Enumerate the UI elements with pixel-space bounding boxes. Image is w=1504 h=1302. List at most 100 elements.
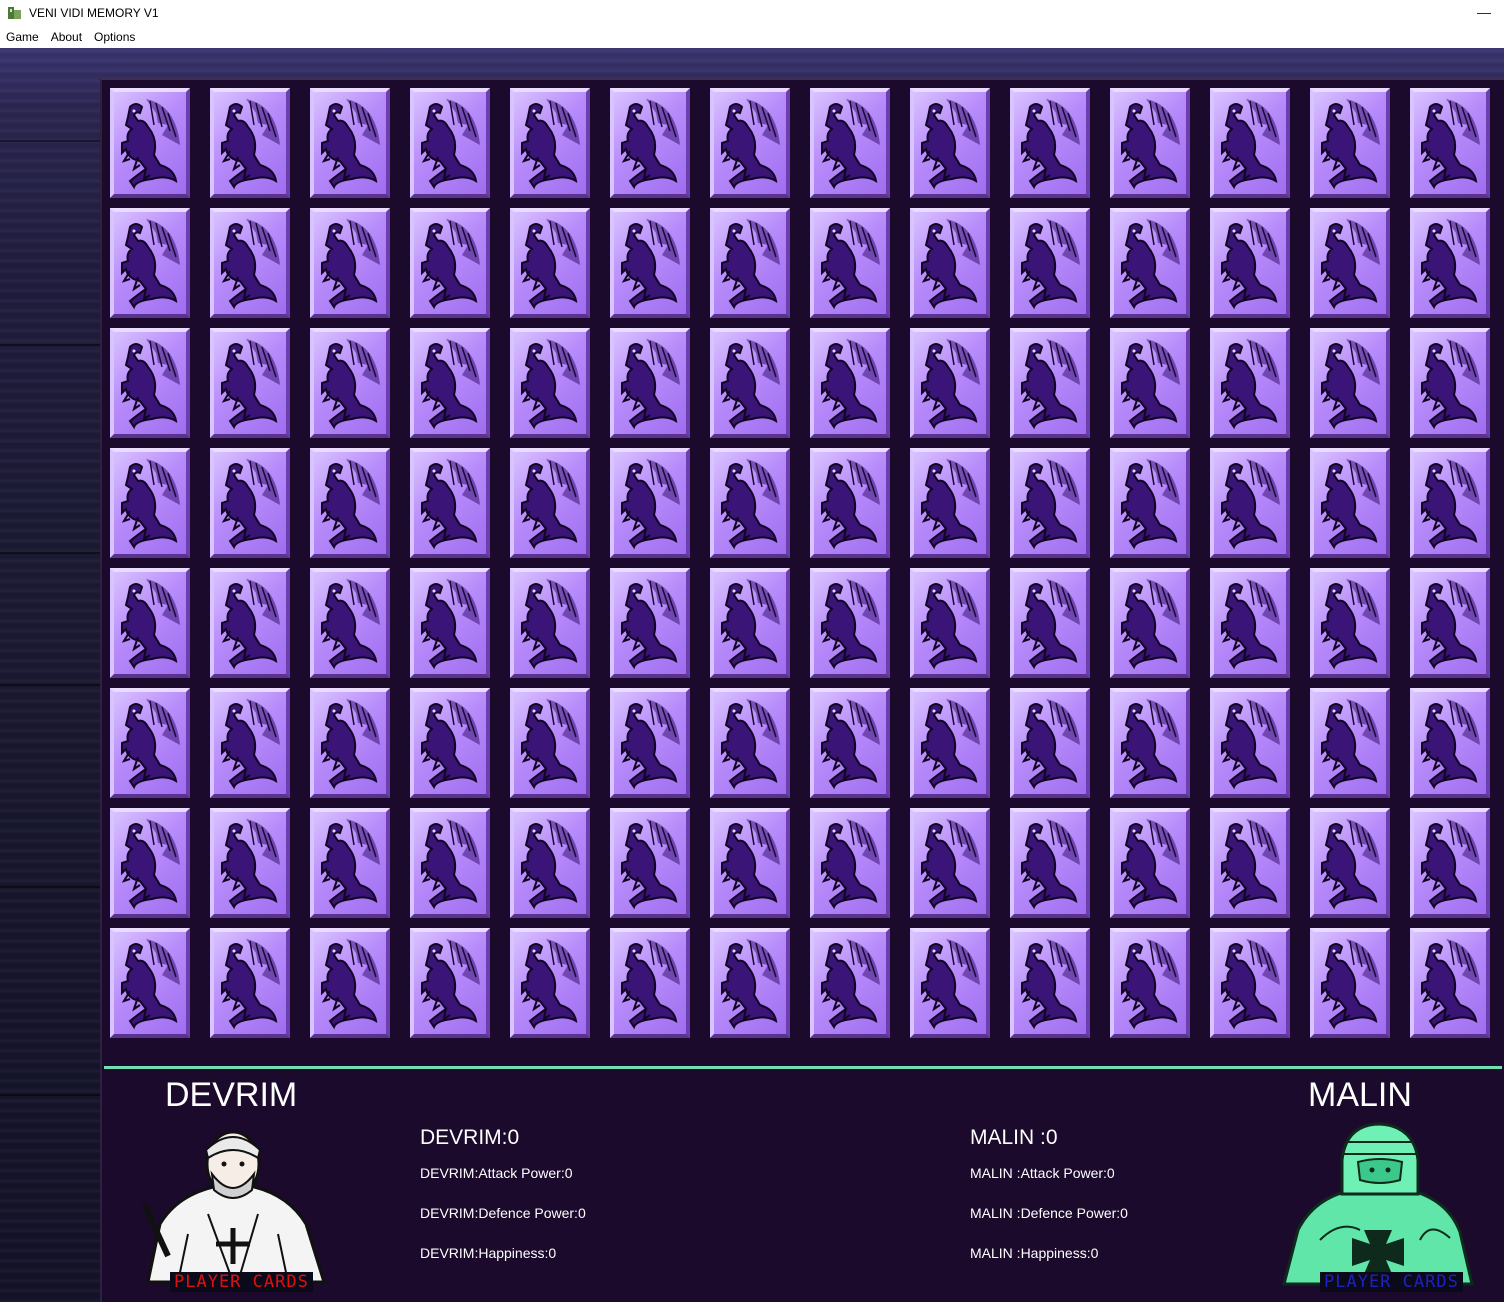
memory-card[interactable] [1110,88,1190,198]
memory-card[interactable] [910,328,990,438]
memory-card[interactable] [1310,328,1390,438]
memory-card[interactable] [210,568,290,678]
memory-card[interactable] [1410,808,1490,918]
memory-card[interactable] [610,208,690,318]
memory-card[interactable] [610,88,690,198]
memory-card[interactable] [610,808,690,918]
memory-card[interactable] [510,928,590,1038]
memory-card[interactable] [1310,688,1390,798]
memory-card[interactable] [810,328,890,438]
memory-card[interactable] [1010,448,1090,558]
memory-card[interactable] [110,328,190,438]
memory-card[interactable] [410,928,490,1038]
memory-card[interactable] [410,808,490,918]
memory-card[interactable] [1010,808,1090,918]
memory-card[interactable] [910,928,990,1038]
memory-card[interactable] [810,928,890,1038]
memory-card[interactable] [1310,568,1390,678]
memory-card[interactable] [1410,568,1490,678]
memory-card[interactable] [210,688,290,798]
memory-card[interactable] [1210,568,1290,678]
memory-card[interactable] [1310,808,1390,918]
memory-card[interactable] [310,208,390,318]
memory-card[interactable] [310,688,390,798]
memory-card[interactable] [510,208,590,318]
memory-card[interactable] [410,688,490,798]
memory-card[interactable] [410,208,490,318]
memory-card[interactable] [1410,88,1490,198]
memory-card[interactable] [1010,688,1090,798]
memory-card[interactable] [210,808,290,918]
menu-game[interactable]: Game [0,26,45,48]
memory-card[interactable] [710,808,790,918]
memory-card[interactable] [1010,208,1090,318]
player-cards-devrim[interactable]: PLAYER CARDS [170,1272,313,1292]
memory-card[interactable] [310,448,390,558]
memory-card[interactable] [1410,688,1490,798]
memory-card[interactable] [110,208,190,318]
memory-card[interactable] [1110,808,1190,918]
memory-card[interactable] [610,328,690,438]
memory-card[interactable] [1410,928,1490,1038]
memory-card[interactable] [1110,208,1190,318]
memory-card[interactable] [1210,688,1290,798]
memory-card[interactable] [1310,208,1390,318]
memory-card[interactable] [810,688,890,798]
memory-card[interactable] [710,208,790,318]
memory-card[interactable] [810,568,890,678]
memory-card[interactable] [710,328,790,438]
memory-card[interactable] [510,568,590,678]
memory-card[interactable] [910,808,990,918]
memory-card[interactable] [1010,328,1090,438]
memory-card[interactable] [1210,88,1290,198]
memory-card[interactable] [710,688,790,798]
memory-card[interactable] [1010,568,1090,678]
memory-card[interactable] [410,448,490,558]
memory-card[interactable] [1210,208,1290,318]
memory-card[interactable] [910,568,990,678]
memory-card[interactable] [510,688,590,798]
memory-card[interactable] [1210,928,1290,1038]
memory-card[interactable] [610,928,690,1038]
memory-card[interactable] [310,328,390,438]
memory-card[interactable] [1410,448,1490,558]
memory-card[interactable] [1110,688,1190,798]
memory-card[interactable] [510,808,590,918]
memory-card[interactable] [710,448,790,558]
memory-card[interactable] [410,88,490,198]
menu-options[interactable]: Options [88,26,141,48]
memory-card[interactable] [110,448,190,558]
memory-card[interactable] [1410,208,1490,318]
memory-card[interactable] [910,88,990,198]
memory-card[interactable] [410,568,490,678]
memory-card[interactable] [1210,808,1290,918]
memory-card[interactable] [810,208,890,318]
memory-card[interactable] [810,808,890,918]
memory-card[interactable] [610,448,690,558]
memory-card[interactable] [210,88,290,198]
memory-card[interactable] [1110,928,1190,1038]
memory-card[interactable] [110,928,190,1038]
memory-card[interactable] [1210,328,1290,438]
memory-card[interactable] [210,928,290,1038]
memory-card[interactable] [410,328,490,438]
memory-card[interactable] [510,88,590,198]
menu-about[interactable]: About [45,26,88,48]
memory-card[interactable] [510,328,590,438]
memory-card[interactable] [1010,88,1090,198]
memory-card[interactable] [1310,448,1390,558]
memory-card[interactable] [910,448,990,558]
memory-card[interactable] [910,688,990,798]
memory-card[interactable] [110,568,190,678]
memory-card[interactable] [310,808,390,918]
memory-card[interactable] [1010,928,1090,1038]
memory-card[interactable] [810,88,890,198]
memory-card[interactable] [510,448,590,558]
memory-card[interactable] [210,448,290,558]
memory-card[interactable] [1210,448,1290,558]
memory-card[interactable] [310,928,390,1038]
memory-card[interactable] [1110,328,1190,438]
memory-card[interactable] [110,88,190,198]
memory-card[interactable] [710,568,790,678]
memory-card[interactable] [710,928,790,1038]
